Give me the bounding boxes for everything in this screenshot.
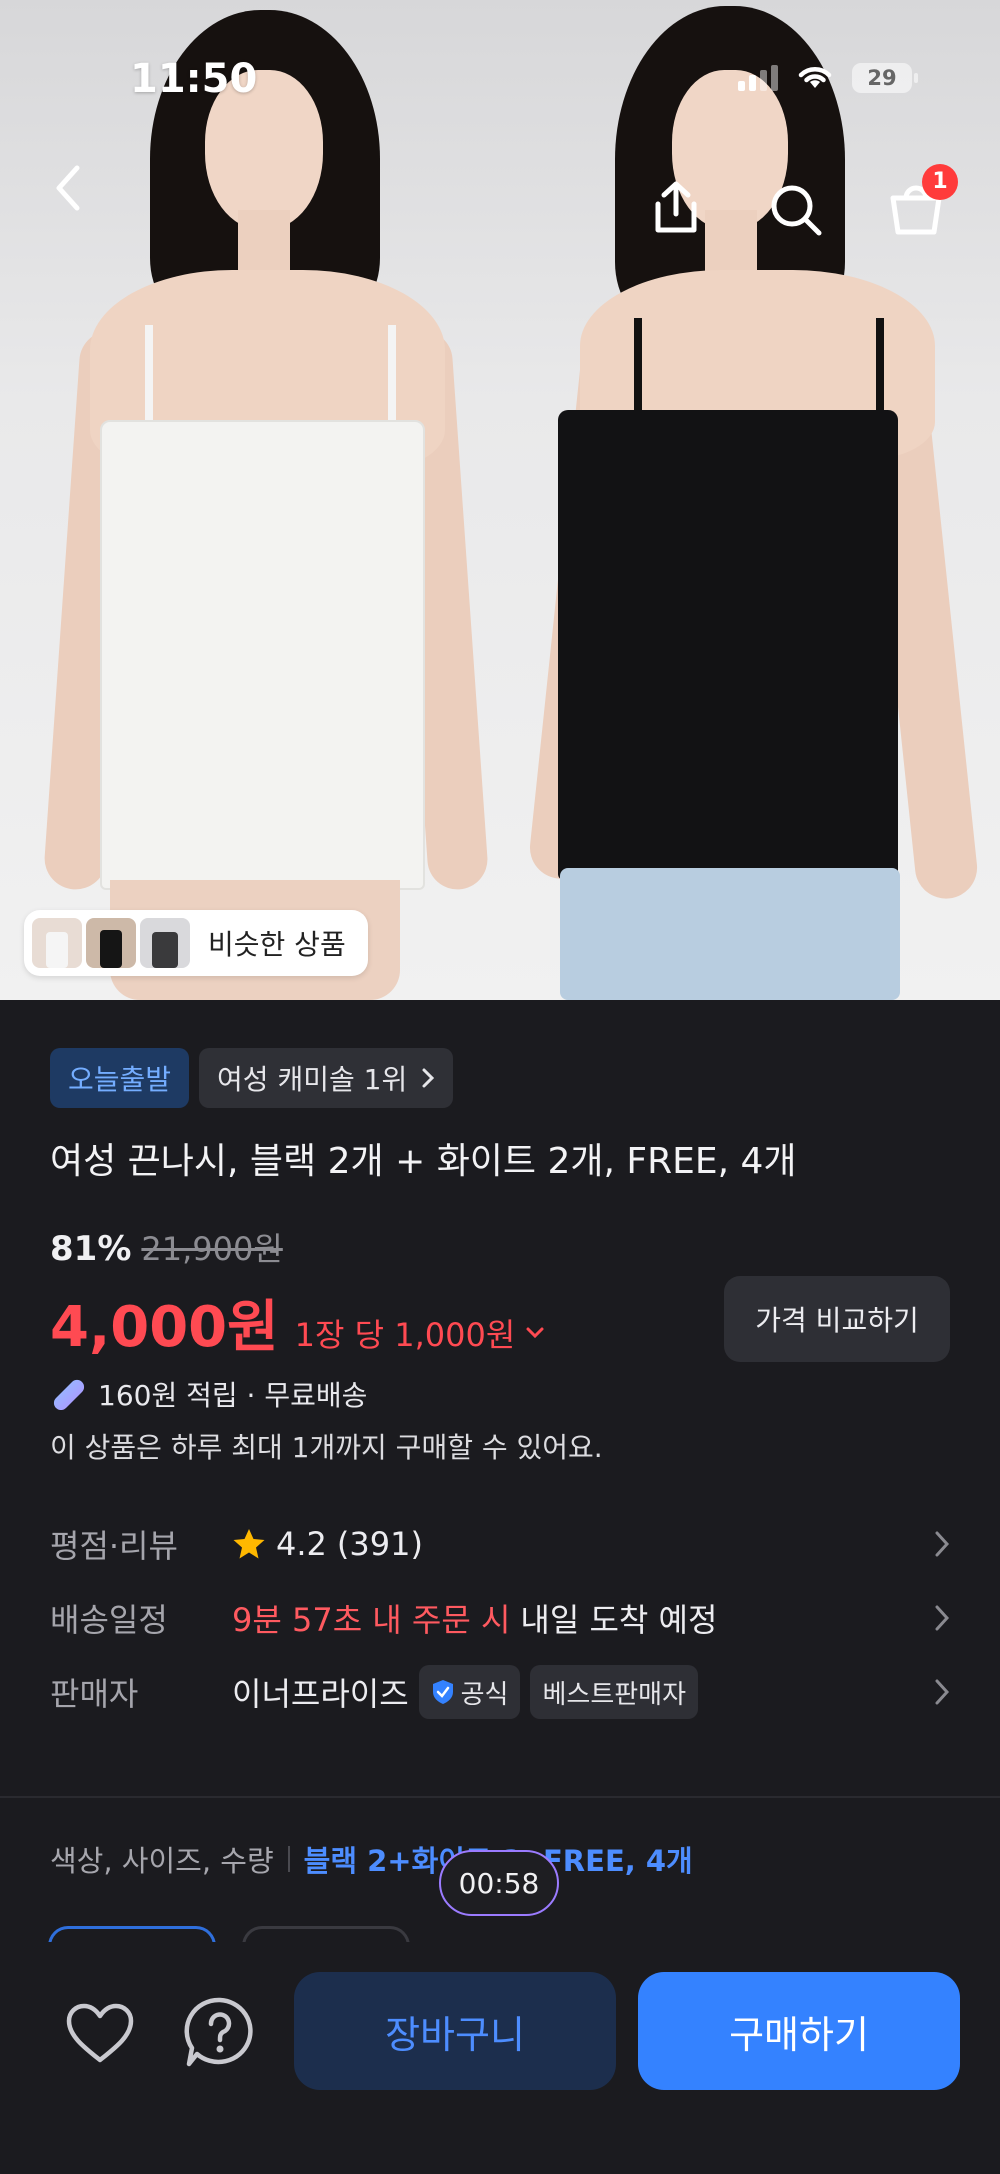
similar-products-button[interactable]: 비슷한 상품 xyxy=(24,910,368,976)
purchase-limit-notice: 이 상품은 하루 최대 1개까지 구매할 수 있어요. xyxy=(50,1431,603,1464)
inquiry-button[interactable] xyxy=(180,1994,260,2070)
chevron-left-icon xyxy=(56,165,80,211)
unit-price-toggle[interactable]: 1장 당 1,000원 xyxy=(295,1310,546,1356)
delivery-countdown: 9분 57초 내 주문 시 xyxy=(232,1601,511,1639)
official-badge: 공식 xyxy=(418,1665,521,1719)
rating-label: 평점·리뷰 xyxy=(50,1527,178,1565)
seller-row[interactable]: 판매자 이너프라이즈 공식 베스트판매자 xyxy=(50,1664,950,1720)
search-button[interactable] xyxy=(766,180,826,240)
option-label: 색상, 사이즈, 수량 xyxy=(50,1844,274,1878)
status-bar: 11:50 29 xyxy=(0,0,1000,150)
signal-icon xyxy=(738,65,778,91)
similar-thumb xyxy=(32,918,82,968)
original-price: 21,900원 xyxy=(141,1230,283,1268)
option-separator xyxy=(287,1846,290,1872)
back-button[interactable] xyxy=(40,160,96,216)
delivery-label: 배송일정 xyxy=(50,1601,168,1639)
question-bubble-icon xyxy=(184,1997,253,2067)
chevron-right-icon xyxy=(935,1605,950,1631)
points-icon xyxy=(53,1379,85,1410)
verified-shield-icon xyxy=(432,1680,453,1704)
heart-icon xyxy=(66,2003,134,2063)
product-info: 오늘출발 여성 캐미솔 1위 여성 끈나시, 블랙 2개 + 화이트 2개, F… xyxy=(0,1000,1000,1800)
cart-count-badge: 1 xyxy=(922,164,958,200)
official-label: 공식 xyxy=(460,1679,509,1710)
add-to-cart-button[interactable]: 장바구니 xyxy=(294,1972,616,2090)
best-seller-badge: 베스트판매자 xyxy=(530,1665,699,1719)
delivery-eta: 내일 도착 예정 xyxy=(520,1601,718,1639)
price-compare-button[interactable]: 가격 비교하기 xyxy=(724,1276,950,1362)
category-rank-link[interactable]: 여성 캐미솔 1위 xyxy=(199,1048,454,1108)
chevron-right-icon xyxy=(935,1531,950,1557)
points-and-shipping: 160원 적립 · 무료배송 xyxy=(98,1379,368,1412)
status-time: 11:50 xyxy=(130,56,258,102)
seller-label: 판매자 xyxy=(50,1675,139,1713)
similar-thumb xyxy=(140,918,190,968)
product-title: 여성 끈나시, 블랙 2개 + 화이트 2개, FREE, 4개 xyxy=(50,1141,797,1182)
discount-rate: 81% xyxy=(50,1229,132,1269)
category-rank-label: 여성 캐미솔 1위 xyxy=(217,1063,408,1096)
seller-name: 이너프라이즈 xyxy=(232,1675,409,1713)
rating-review-row[interactable]: 평점·리뷰 4.2 (391) xyxy=(50,1516,950,1572)
battery-icon: 29 xyxy=(852,63,918,93)
star-icon xyxy=(233,1529,265,1559)
rating-value: 4.2 xyxy=(276,1525,327,1563)
buy-now-button[interactable]: 구매하기 xyxy=(638,1972,960,2090)
share-icon xyxy=(655,181,697,233)
cart-button[interactable]: 1 xyxy=(886,164,958,238)
review-count: (391) xyxy=(336,1525,423,1563)
similar-products-label: 비슷한 상품 xyxy=(208,928,346,961)
wifi-icon xyxy=(796,62,834,94)
unit-price: 1장 당 1,000원 xyxy=(294,1316,516,1354)
similar-thumb xyxy=(86,918,136,968)
share-button[interactable] xyxy=(648,178,704,238)
bottom-action-bar: 장바구니 구매하기 xyxy=(0,1942,1000,2174)
countdown-timer: 00:58 xyxy=(439,1850,559,1916)
sale-price: 4,000원 xyxy=(50,1295,279,1360)
chevron-right-icon xyxy=(422,1068,435,1088)
option-summary[interactable]: 색상, 사이즈, 수량 블랙 2+화이트 2, FREE, 4개 xyxy=(50,1838,693,1880)
search-icon xyxy=(771,185,822,236)
chevron-right-icon xyxy=(935,1679,950,1705)
wishlist-button[interactable] xyxy=(62,1998,138,2068)
delivery-row[interactable]: 배송일정 9분 57초 내 주문 시 내일 도착 예정 xyxy=(50,1590,950,1646)
today-shipping-badge: 오늘출발 xyxy=(50,1048,190,1108)
chevron-down-icon xyxy=(526,1327,544,1339)
product-image[interactable]: 11:50 29 1 비슷한 상품 xyxy=(0,0,1000,1000)
section-divider xyxy=(0,1796,1000,1798)
